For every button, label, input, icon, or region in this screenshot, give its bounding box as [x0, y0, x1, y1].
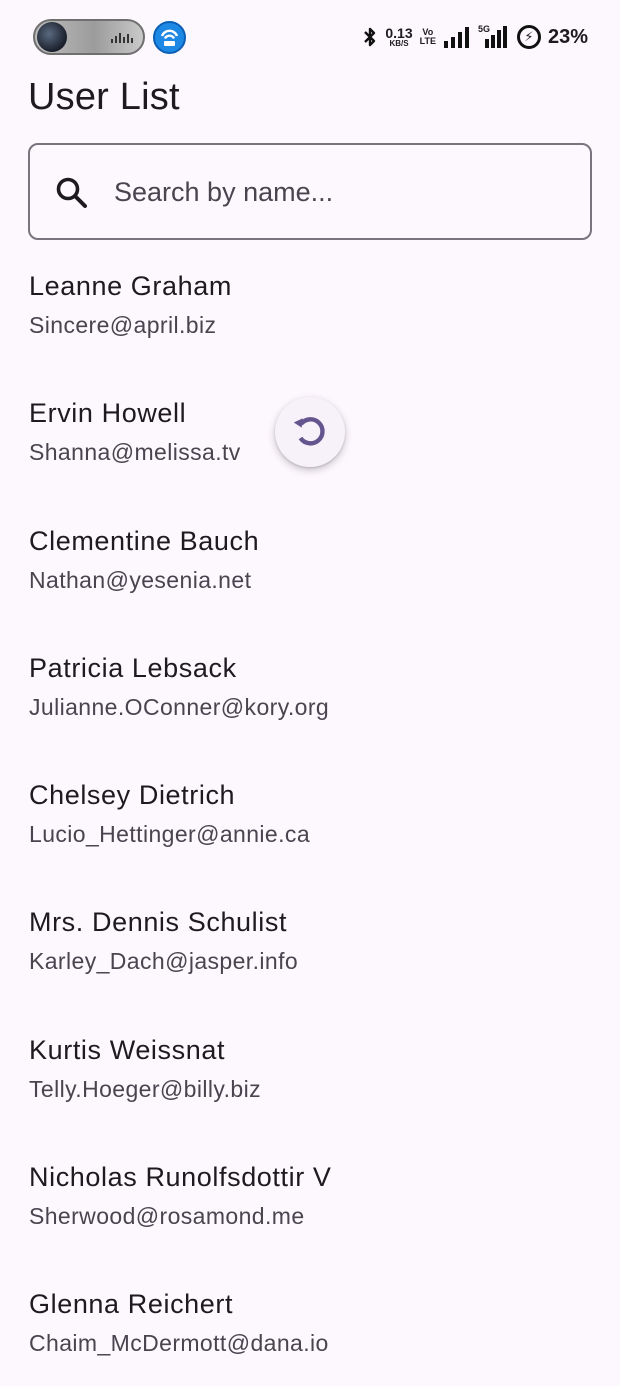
page-title: User List	[28, 76, 180, 118]
list-item[interactable]: Chelsey Dietrich Lucio_Hettinger@annie.c…	[0, 757, 620, 884]
media-pill[interactable]	[33, 19, 145, 55]
list-item[interactable]: Mrs. Dennis Schulist Karley_Dach@jasper.…	[0, 884, 620, 1011]
audio-wave-icon	[111, 33, 135, 43]
search-icon	[56, 177, 87, 208]
battery-charging-icon: ⚡	[516, 25, 541, 49]
signal-5g-icon: 5G	[478, 24, 510, 49]
user-name: Chelsey Dietrich	[29, 780, 236, 811]
network-speed: 0.13 KB/S	[385, 25, 413, 48]
user-email: Nathan@yesenia.net	[29, 566, 252, 593]
user-email: Sherwood@rosamond.me	[29, 1203, 305, 1230]
bluetooth-icon	[364, 27, 376, 47]
user-name: Patricia Lebsack	[29, 652, 237, 683]
user-email: Chaim_McDermott@dana.io	[29, 1330, 329, 1357]
user-name: Mrs. Dennis Schulist	[29, 907, 288, 938]
list-item[interactable]: Nicholas Runolfsdottir V Sherwood@rosamo…	[0, 1139, 620, 1266]
search-input[interactable]	[114, 165, 574, 219]
user-name: Glenna Reichert	[29, 1289, 234, 1320]
user-email: Sincere@april.biz	[29, 312, 217, 338]
user-name: Leanne Graham	[29, 271, 232, 301]
hotspot-icon	[153, 21, 186, 54]
user-name: Kurtis Weissnat	[29, 1034, 226, 1065]
refresh-icon	[293, 417, 325, 446]
battery-percent: 23%	[547, 25, 588, 48]
user-email: Karley_Dach@jasper.info	[29, 948, 299, 975]
status-bar: 0.13 KB/S Vo LTE 5G ⚡ 23%	[0, 0, 620, 76]
list-item[interactable]: Leanne Graham Sincere@april.biz	[0, 248, 620, 375]
signal-icon	[443, 27, 469, 48]
user-name: Nicholas Runolfsdottir V	[29, 1162, 332, 1193]
user-name: Clementine Bauch	[29, 525, 260, 556]
user-email: Telly.Hoeger@billy.biz	[29, 1075, 261, 1102]
list-item[interactable]: Kurtis Weissnat Telly.Hoeger@billy.biz	[0, 1012, 620, 1139]
user-email: Julianne.OConner@kory.org	[29, 693, 330, 720]
list-item[interactable]: Patricia Lebsack Julianne.OConner@kory.o…	[0, 630, 620, 757]
list-item[interactable]: Clementine Bauch Nathan@yesenia.net	[0, 503, 620, 630]
status-icons: 0.13 KB/S Vo LTE 5G ⚡ 23%	[362, 22, 588, 52]
volte-indicator: Vo LTE	[419, 27, 436, 46]
media-album-art	[37, 22, 67, 52]
app-screen: 0.13 KB/S Vo LTE 5G ⚡ 23% User List Sear…	[0, 0, 620, 1386]
user-email: Lucio_Hettinger@annie.ca	[29, 821, 311, 848]
search-field[interactable]	[28, 143, 592, 240]
list-item[interactable]: Glenna Reichert Chaim_McDermott@dana.io	[0, 1266, 620, 1386]
refresh-indicator	[275, 397, 345, 467]
